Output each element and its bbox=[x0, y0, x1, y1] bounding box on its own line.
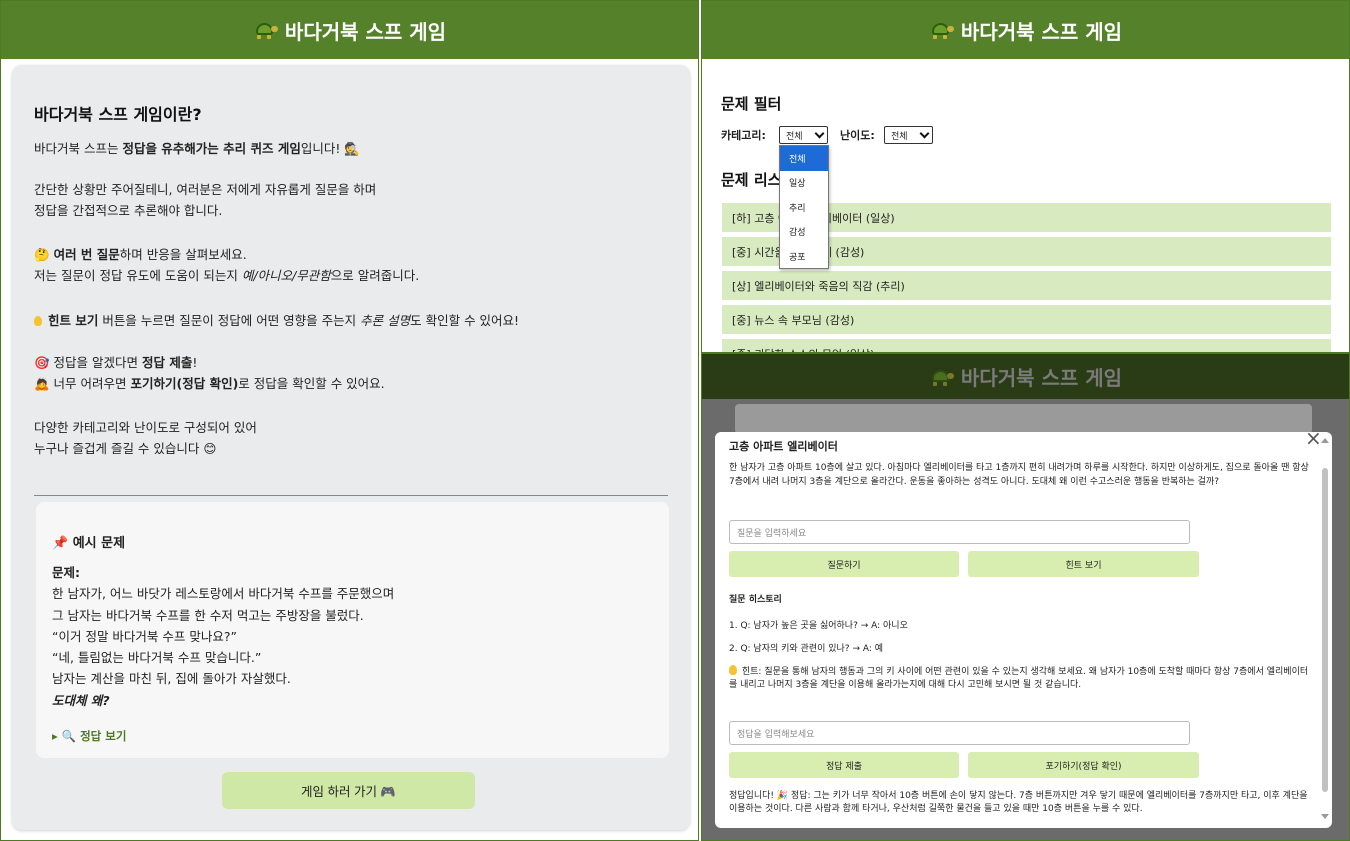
intro-paragraph-5: 🎯 정답을 알겠다면 정답 제출! 🙇 너무 어려우면 포기하기(정답 확인)로 … bbox=[34, 355, 385, 391]
give-up-button[interactable]: 포기하기(정답 확인) bbox=[968, 752, 1199, 778]
intro-paragraph-4: 힌트 보기 버튼을 누르면 질문이 정답에 어떤 영향을 주는지 추론 설명도 … bbox=[34, 310, 519, 331]
play-game-button[interactable]: 게임 하러 가기 🎮 bbox=[222, 772, 475, 809]
filter-area: 문제 필터 카테고리: 전체 난이도: 전체 전체 일상 추리 감성 공포 문제… bbox=[707, 61, 1339, 352]
lightbulb-icon bbox=[729, 665, 737, 675]
intro-paragraph-2: 간단한 상황만 주어질테니, 여러분은 저에게 자유롭게 질문을 하며 정답을 간… bbox=[34, 182, 377, 218]
example-line: 도대체 왜? bbox=[52, 692, 110, 708]
intro-paragraph-6: 다양한 카테고리와 난이도로 구성되어 있어 누구나 즐겁게 즐길 수 있습니다 … bbox=[34, 420, 257, 456]
turtle-icon bbox=[929, 368, 954, 386]
game-panel: 바다거북 스프 게임 × 고층 아파트 엘리베이터 한 남자가 고층 아파트 1… bbox=[701, 353, 1350, 841]
problem-story: 한 남자가 고층 아파트 10층에 살고 있다. 아침마다 엘리베이터를 타고 … bbox=[729, 463, 1309, 487]
category-select[interactable]: 전체 bbox=[779, 126, 828, 144]
history-heading: 질문 히스토리 bbox=[729, 595, 782, 605]
show-answer-toggle[interactable]: ▸ 🔍 정답 보기 bbox=[52, 728, 126, 744]
dropdown-option[interactable]: 공포 bbox=[780, 244, 828, 269]
hint-text: 힌트: 질문을 통해 남자의 행동과 그의 키 사이에 어떤 관련이 있을 수 … bbox=[729, 665, 1309, 690]
category-dropdown: 전체 일상 추리 감성 공포 bbox=[779, 145, 829, 269]
example-line: 한 남자가, 어느 바닷가 레스토랑에서 바다거북 수프를 주문했으며 bbox=[52, 586, 395, 602]
example-body: 문제: 한 남자가, 어느 바닷가 레스토랑에서 바다거북 수프를 주문했으며 … bbox=[52, 562, 394, 711]
hint-button[interactable]: 힌트 보기 bbox=[968, 551, 1199, 577]
example-heading: 📌 예시 문제 bbox=[52, 536, 126, 551]
thinking-icon: 🤔 bbox=[34, 247, 50, 262]
example-line: 남자는 계산을 마친 뒤, 집에 돌아가 자살했다. bbox=[52, 671, 291, 687]
turtle-icon bbox=[253, 21, 278, 39]
category-label: 카테고리: bbox=[721, 129, 766, 142]
difficulty-label: 난이도: bbox=[840, 129, 875, 142]
dropdown-option[interactable]: 일상 bbox=[780, 171, 828, 196]
example-box: 📌 예시 문제 문제: 한 남자가, 어느 바닷가 레스토랑에서 바다거북 수프… bbox=[36, 502, 669, 758]
question-input[interactable]: 질문을 입력하세요 bbox=[729, 520, 1190, 544]
problem-item[interactable]: [중] 뉴스 속 부모님 (감성) bbox=[722, 305, 1331, 334]
submit-answer-button[interactable]: 정답 제출 bbox=[729, 752, 959, 778]
ask-button[interactable]: 질문하기 bbox=[729, 551, 959, 577]
modal-scrollbar[interactable] bbox=[1320, 436, 1330, 824]
app-header: 바다거북 스프 게임 bbox=[1, 1, 698, 59]
app-header: 바다거북 스프 게임 bbox=[702, 354, 1349, 399]
lightbulb-icon bbox=[34, 316, 42, 326]
difficulty-select[interactable]: 전체 bbox=[884, 126, 933, 144]
intro-heading: 바다거북 스프 게임이란? bbox=[34, 105, 202, 124]
modal-title: 고층 아파트 엘리베이터 bbox=[729, 440, 838, 453]
problem-modal: × 고층 아파트 엘리베이터 한 남자가 고층 아파트 10층에 살고 있다. … bbox=[715, 432, 1332, 828]
chevron-down-icon bbox=[814, 128, 825, 139]
problem-item[interactable]: [상] 엘리베이터와 죽음의 직감 (추리) bbox=[722, 271, 1331, 300]
history-item: 1. Q: 남자가 높은 곳을 싫어하나? → A: 아니오 bbox=[729, 621, 908, 631]
app-title: 바다거북 스프 게임 bbox=[960, 366, 1123, 390]
turtle-icon bbox=[929, 21, 954, 39]
bow-icon: 🙇 bbox=[34, 376, 50, 391]
target-icon: 🎯 bbox=[34, 355, 50, 370]
chevron-down-icon bbox=[919, 128, 930, 139]
dropdown-option[interactable]: 감성 bbox=[780, 220, 828, 245]
history-item: 2. Q: 남자의 키와 관련이 있나? → A: 예 bbox=[729, 644, 884, 654]
divider bbox=[34, 495, 668, 496]
intro-card: 바다거북 스프 게임이란? 바다거북 스프는 정답을 유추해가는 추리 퀴즈 게… bbox=[12, 65, 690, 830]
filter-heading: 문제 필터 bbox=[721, 95, 782, 113]
background-card bbox=[735, 404, 1312, 434]
example-line: “이거 정말 바다거북 수프 맞나요?” bbox=[52, 628, 237, 644]
intro-panel: 바다거북 스프 게임 바다거북 스프 게임이란? 바다거북 스프는 정답을 유추… bbox=[0, 0, 699, 841]
dropdown-option[interactable]: 추리 bbox=[780, 195, 828, 220]
intro-paragraph-1: 바다거북 스프는 정답을 유추해가는 추리 퀴즈 게임입니다! 🕵️ bbox=[34, 141, 360, 156]
answer-input[interactable]: 정답을 입력해보세요 bbox=[729, 721, 1190, 745]
dropdown-option[interactable]: 전체 bbox=[780, 146, 828, 171]
problem-item[interactable]: [중] 괴담한 소스의 무엇 (일상) bbox=[722, 339, 1331, 352]
app-header: 바다거북 스프 게임 bbox=[702, 1, 1349, 59]
intro-paragraph-3: 🤔 여러 번 질문하며 반응을 살펴보세요. 저는 질문이 정답 유도에 도움이 … bbox=[34, 247, 420, 283]
problem-list-panel: 바다거북 스프 게임 문제 필터 카테고리: 전체 난이도: 전체 전체 일상 … bbox=[701, 0, 1350, 353]
app-title: 바다거북 스프 게임 bbox=[960, 19, 1123, 44]
example-line: “네, 틀림없는 바다거북 수프 맞습니다.” bbox=[52, 650, 262, 666]
example-line: 그 남자는 바다거북 수프를 한 수저 먹고는 주방장을 불렀다. bbox=[52, 607, 364, 623]
answer-result: 정답입니다! 🎉 정답: 그는 키가 너무 작아서 10층 버튼에 손이 닿지 … bbox=[729, 791, 1308, 814]
app-title: 바다거북 스프 게임 bbox=[284, 19, 447, 44]
pin-icon: 📌 bbox=[52, 536, 69, 551]
